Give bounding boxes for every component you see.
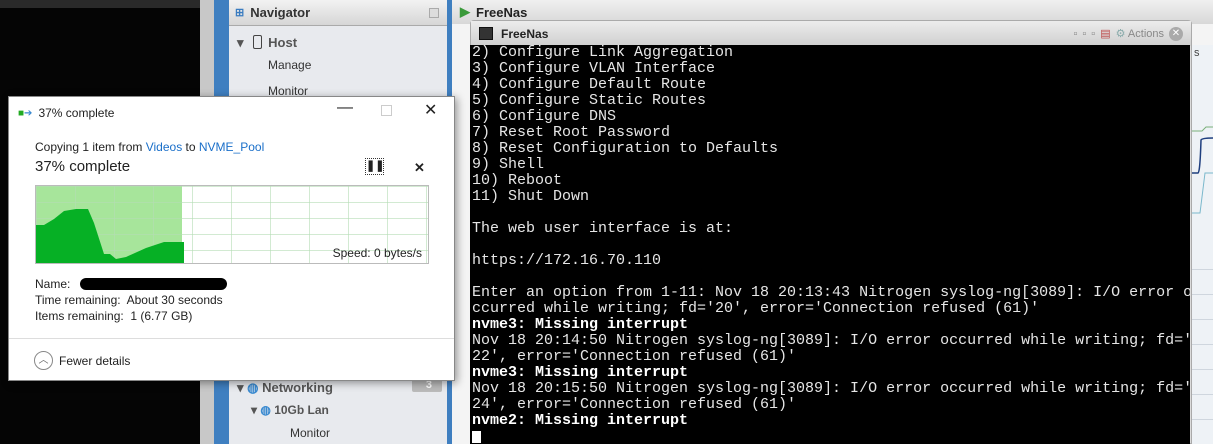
terminal-line: 2) Configure Link Aggregation bbox=[472, 45, 734, 61]
speed-label: Speed: 0 bytes/s bbox=[332, 246, 422, 260]
items-remaining-row: Items remaining: 1 (6.77 GB) bbox=[35, 309, 192, 323]
terminal-line: 11) Shut Down bbox=[472, 188, 590, 205]
close-button[interactable]: ✕ bbox=[424, 100, 437, 120]
items-value: 1 (6.77 GB) bbox=[130, 309, 193, 323]
navigator-header: ⊞ Navigator bbox=[229, 0, 447, 26]
copy-prefix: Copying 1 item from bbox=[35, 140, 146, 154]
desktop-taskbar-edge bbox=[0, 0, 200, 8]
terminal-line: 10) Reboot bbox=[472, 172, 563, 189]
server-icon bbox=[253, 35, 263, 49]
terminal-line: 22', error='Connection refused (61)' bbox=[472, 348, 797, 365]
pause-button[interactable]: ❚❚ bbox=[365, 158, 384, 175]
minimize-panel-icon[interactable] bbox=[429, 8, 439, 18]
divider bbox=[9, 338, 454, 339]
items-label: Items remaining: bbox=[35, 309, 124, 323]
network-globe-icon: ◍ bbox=[260, 403, 271, 417]
navigator-tree-icon: ⊞ bbox=[235, 7, 245, 19]
nav-item-host[interactable]: ▾ Host bbox=[237, 35, 297, 51]
vm-title: FreeNas bbox=[476, 4, 528, 20]
gear-icon: ⚙ bbox=[1115, 28, 1126, 40]
actions-label: Actions bbox=[1127, 28, 1164, 40]
terminal-line: 9) Shell bbox=[472, 156, 545, 173]
time-value: About 30 seconds bbox=[126, 293, 223, 307]
name-row: Name: bbox=[35, 277, 227, 291]
fullscreen-icon[interactable]: ▫ bbox=[1091, 28, 1095, 40]
restore-icon[interactable]: ▫ bbox=[1082, 28, 1086, 40]
time-label: Time remaining: bbox=[35, 293, 121, 307]
terminal-line: 7) Reset Root Password bbox=[472, 124, 671, 141]
nav-label: 10Gb Lan bbox=[274, 403, 329, 417]
minimize-button[interactable]: — bbox=[337, 99, 353, 117]
source-link[interactable]: Videos bbox=[146, 140, 182, 154]
copy-description: Copying 1 item from Videos to NVME_Pool bbox=[35, 140, 264, 154]
terminal-line: The web user interface is at: bbox=[472, 220, 734, 237]
copy-icon: ■➔ bbox=[18, 107, 33, 119]
terminal-line: 24', error='Connection refused (61)' bbox=[472, 396, 797, 413]
terminal-line: Enter an option from 1-11: Nov 18 20:13:… bbox=[472, 284, 1190, 301]
fewer-details-button[interactable]: ︿ Fewer details bbox=[34, 351, 130, 370]
copy-progress-dialog: ■➔ 37% complete — ✕ Copying 1 item from … bbox=[8, 96, 455, 381]
terminal-line: nvme3: Missing interrupt bbox=[472, 316, 689, 333]
nav-item-manage[interactable]: Manage bbox=[268, 58, 311, 72]
nav-label: Host bbox=[268, 35, 298, 50]
chevron-up-icon: ︿ bbox=[34, 351, 53, 370]
time-remaining-row: Time remaining: About 30 seconds bbox=[35, 293, 223, 307]
terminal-output[interactable]: 2) Configure Link Aggregation 3) Configur… bbox=[470, 45, 1190, 444]
speed-graph: Speed: 0 bytes/s bbox=[35, 185, 429, 264]
perf-graph-lines bbox=[1190, 126, 1213, 214]
nav-item-networking[interactable]: ▾ ◍ Networking 3 bbox=[237, 378, 442, 396]
dialog-titlebar: ■➔ 37% complete bbox=[18, 106, 114, 120]
vm-console-icon: ▶ bbox=[460, 4, 470, 19]
name-label: Name: bbox=[35, 277, 71, 291]
window-icon[interactable]: ▫ bbox=[1073, 28, 1077, 40]
terminal-line: Nov 18 20:15:50 Nitrogen syslog-ng[3089]… bbox=[472, 380, 1190, 397]
terminal-line: 6) Configure DNS bbox=[472, 108, 617, 125]
console-title: FreeNas bbox=[501, 26, 549, 41]
nav-item-10gb-lan[interactable]: ▾ ◍ 10Gb Lan bbox=[251, 403, 329, 417]
cancel-copy-button[interactable]: ✕ bbox=[414, 160, 425, 176]
performance-chart-pane: s bbox=[1190, 45, 1213, 444]
terminal-line: nvme3: Missing interrupt bbox=[472, 364, 689, 381]
terminal-line: 5) Configure Static Routes bbox=[472, 92, 707, 109]
copy-to: to bbox=[182, 140, 199, 154]
destination-link[interactable]: NVME_Pool bbox=[199, 140, 264, 154]
terminal-line: 4) Configure Default Route bbox=[472, 76, 707, 93]
actions-button[interactable]: ⚙ Actions bbox=[1116, 27, 1164, 40]
terminal-line: ccurred while writing; fd='20', error='C… bbox=[472, 300, 1040, 317]
table-rows bbox=[1190, 245, 1213, 444]
terminal-line: https://172.16.70.110 bbox=[472, 252, 662, 269]
nav-label: Networking bbox=[262, 380, 333, 395]
close-icon[interactable]: ✕ bbox=[1169, 26, 1183, 41]
terminal-line: Nov 18 20:14:50 Nitrogen syslog-ng[3089]… bbox=[472, 332, 1190, 349]
terminal-line: 8) Reset Configuration to Defaults bbox=[472, 140, 779, 157]
redacted-filename bbox=[79, 278, 227, 290]
console-titlebar: FreeNas ▫ ▫ ▫ ▤ ⚙ Actions ✕ bbox=[471, 21, 1191, 46]
network-globe-icon: ◍ bbox=[247, 380, 259, 395]
terminal-cursor bbox=[472, 431, 481, 443]
progress-heading: 37% complete bbox=[35, 158, 131, 175]
fewer-details-label: Fewer details bbox=[59, 353, 131, 368]
maximize-button[interactable] bbox=[381, 105, 392, 116]
navigator-title: Navigator bbox=[250, 5, 311, 20]
dialog-title: 37% complete bbox=[38, 106, 115, 120]
terminal-icon bbox=[479, 27, 493, 40]
terminal-line: 3) Configure VLAN Interface bbox=[472, 60, 716, 77]
nav-item-lan-monitor[interactable]: Monitor bbox=[290, 426, 330, 440]
keyboard-language-icon[interactable]: ▤ bbox=[1100, 27, 1110, 40]
terminal-line: nvme2: Missing interrupt bbox=[472, 412, 689, 429]
